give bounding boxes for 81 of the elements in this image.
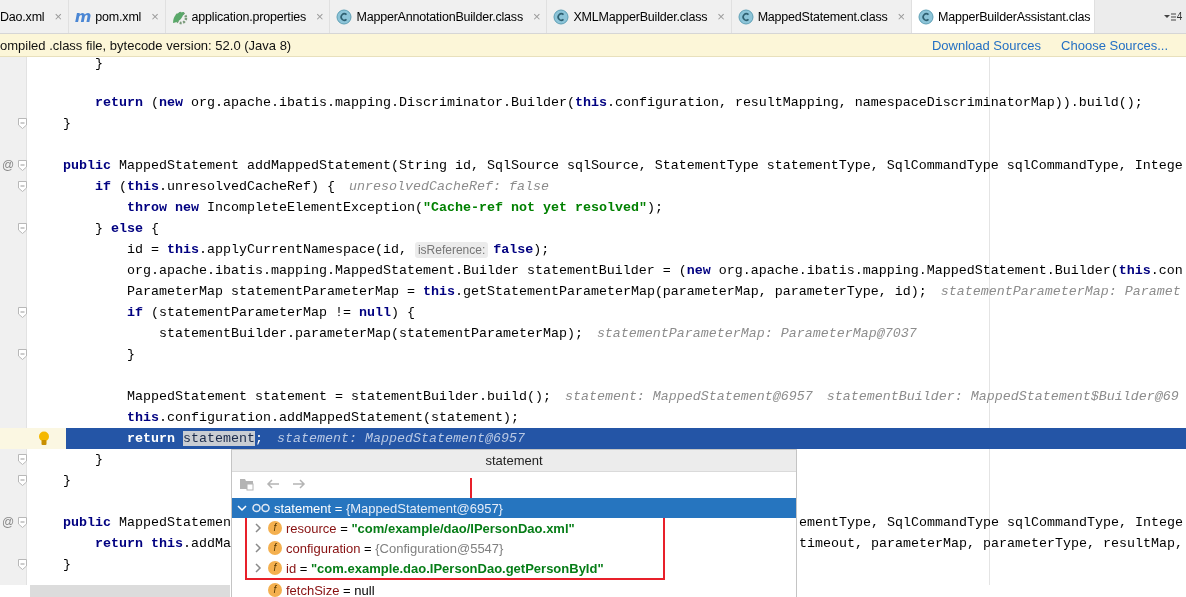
inline-hint: unresolvedCacheRef: false (348, 178, 549, 196)
editor-tab[interactable]: MapperBuilderAssistant.clas (911, 0, 1096, 33)
notification-text: ompiled .class file, bytecode version: 52.0 (Java 8) (0, 37, 292, 53)
class-icon (917, 8, 934, 25)
caret-right-icon[interactable] (252, 522, 264, 534)
gutter-mark: @ (2, 515, 15, 529)
field-icon: f (268, 583, 282, 597)
inline-hint: statement: MappedStatement@6957 (276, 430, 525, 448)
code-text: } (94, 451, 103, 469)
variable-text: statement = {MappedStatement@6957} (274, 500, 503, 516)
fold-icon[interactable] (18, 475, 27, 486)
fold-icon[interactable] (18, 307, 27, 318)
code-text: throw new IncompleteElementException("Cache-ref not yet resolved"); (125, 199, 663, 217)
caret-down-icon[interactable] (236, 502, 248, 514)
code-text: } (62, 556, 71, 574)
variable-text: fetchSize = null (286, 582, 375, 597)
variable-text: configuration = {Configuration@5547} (286, 540, 504, 556)
class-icon (737, 8, 754, 25)
tree-item[interactable]: f resource = "com/example/dao/IPersonDao.xml" (232, 518, 663, 538)
class-icon (336, 8, 353, 25)
code-text: } else { (94, 220, 159, 238)
code-text: false); (493, 241, 550, 259)
code-text: timeout, parameterMap, parameterType, resultMap, (799, 535, 1183, 553)
inline-hint: statementBuilder: MappedStatement$Builder@69 (826, 388, 1179, 406)
scrollbar-thumb[interactable] (30, 585, 230, 597)
code-text: id = this.applyCurrentNamespace(id, (125, 241, 408, 259)
code-text: return this.addMa (94, 535, 231, 553)
field-icon: f (268, 561, 282, 575)
code-text: public MappedStatemen (62, 514, 231, 532)
inline-hint: statementParameterMap: Paramet (940, 283, 1181, 301)
fold-icon[interactable] (18, 118, 27, 129)
tree-item[interactable]: f fetchSize = null (232, 580, 796, 597)
variable-text: id = "com.example.dao.IPersonDao.getPersonById" (286, 560, 604, 576)
code-text: } (125, 346, 135, 364)
code-text: public MappedStatement addMappedStatement(String id, SqlSource sqlSource, StatementType statementType, SqlCommandType sqlCommandType, Intege (62, 157, 1183, 175)
list-caret-icon (1163, 11, 1176, 22)
code-text: org.apache.ibatis.mapping.MappedStatement.Builder statementBuilder = (new org.apache.ibatis.mapping.MappedStatement.Builder(this.con (125, 262, 1183, 280)
editor-tab[interactable]: Dao.xml × (0, 0, 69, 33)
code-text: if (this.unresolvedCacheRef) { (94, 178, 335, 196)
editor-tab[interactable]: application.properties × (165, 0, 331, 33)
editor-tab[interactable]: MapperAnnotationBuilder.class × (330, 0, 548, 33)
code-text: } (62, 472, 71, 490)
code-text: } (94, 57, 103, 71)
caret-right-icon[interactable] (252, 542, 264, 554)
inline-hint: statementParameterMap: ParameterMap@7037 (596, 325, 917, 343)
code-text: ementType, SqlCommandType sqlCommandType, Intege (799, 514, 1183, 532)
notification-link[interactable]: Download Sources (931, 37, 1042, 53)
fold-icon[interactable] (18, 223, 27, 234)
inline-hint: statement: MappedStatement@6957 (564, 388, 813, 406)
tab-overflow-button[interactable]: 4 (1159, 0, 1186, 33)
tree-item[interactable]: statement = {MappedStatement@6957} (232, 498, 796, 518)
code-text: if (statementParameterMap != null) { (125, 304, 415, 322)
gutter-mark: @ (2, 158, 15, 172)
fold-icon[interactable] (18, 181, 27, 192)
caret-right-icon[interactable] (252, 562, 264, 574)
code-text: ParameterMap statementParameterMap = this.getStatementParameterMap(parameterMap, parameterType, id); (125, 283, 927, 301)
field-icon: f (268, 541, 282, 555)
code-text: statementBuilder.parameterMap(statementParameterMap); (157, 325, 583, 343)
popup-title: statement (232, 450, 796, 472)
code-text: this.configuration.addMappedStatement(statement); (125, 409, 519, 427)
fold-icon[interactable] (18, 160, 27, 171)
code-text: return (new org.apache.ibatis.mapping.Discriminator.Builder(this.configuration, resultMapping, namespaceDiscriminatorMap)).build(); (94, 94, 1143, 112)
variable-text: resource = "com/example/dao/IPersonDao.xml" (286, 520, 575, 536)
editor-tab[interactable]: XMLMapperBuilder.class × (547, 0, 732, 33)
fold-icon[interactable] (18, 454, 27, 465)
fold-icon[interactable] (18, 559, 27, 570)
m-icon: m (74, 8, 92, 25)
class-icon (553, 8, 570, 25)
code-text: MappedStatement statement = statementBuilder.build(); (125, 388, 551, 406)
glasses-icon (252, 502, 270, 514)
fold-icon[interactable] (18, 517, 27, 528)
tree-item[interactable]: f configuration = {Configuration@5547} (232, 538, 663, 558)
tree-item[interactable]: f id = "com.example.dao.IPersonDao.getPersonById" (232, 558, 663, 578)
notification-link[interactable]: Choose Sources... (1061, 37, 1168, 53)
editor-tab[interactable]: MappedStatement.class × (731, 0, 912, 33)
fold-icon[interactable] (18, 349, 27, 360)
parameter-hint: isReference: (414, 241, 489, 258)
code-text: } (62, 115, 71, 133)
editor-tab[interactable]: m pom.xml × (68, 0, 166, 33)
field-icon: f (268, 521, 282, 535)
code-text: return statement; (125, 430, 263, 448)
